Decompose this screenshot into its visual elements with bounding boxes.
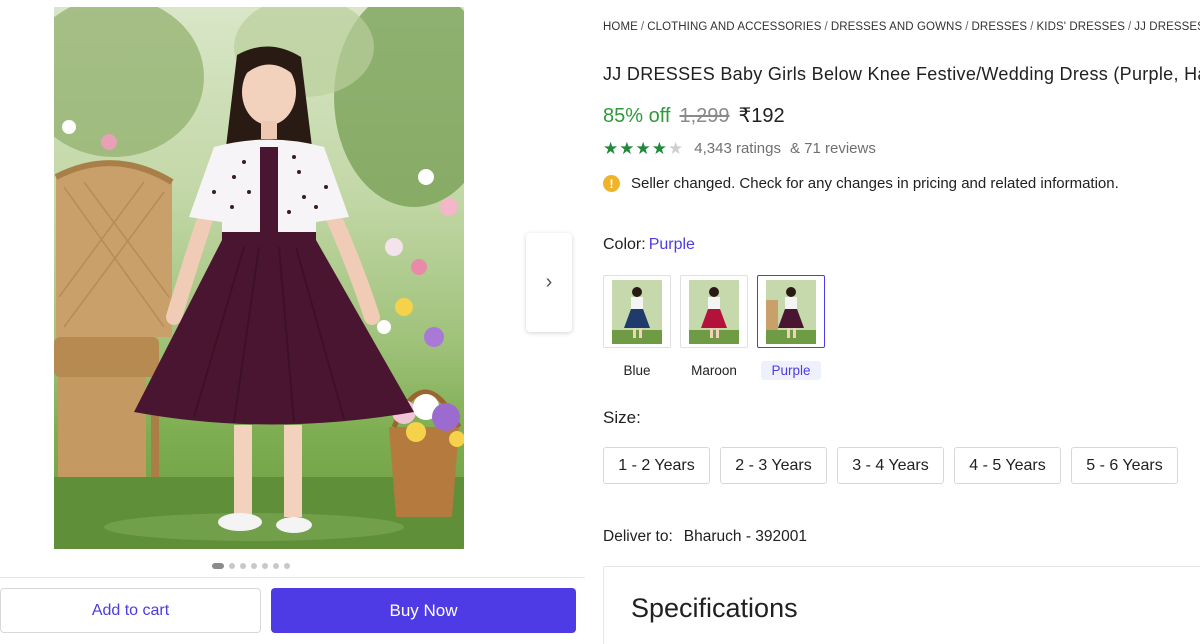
price-row: 85% off 1,299 ₹192: [603, 103, 785, 128]
color-swatch-blue[interactable]: Blue: [603, 275, 671, 380]
size-option[interactable]: 1 - 2 Years: [603, 447, 710, 484]
star-filled-icon: ★: [603, 139, 619, 158]
gallery-dot[interactable]: [212, 563, 224, 569]
swatch-label: Maroon: [691, 363, 737, 378]
size-heading: Size:: [603, 408, 641, 427]
size-option[interactable]: 5 - 6 Years: [1071, 447, 1178, 484]
swatch-image: [612, 279, 662, 344]
gallery-dot[interactable]: [240, 563, 246, 569]
breadcrumb-item[interactable]: DRESSES AND GOWNS: [831, 21, 962, 33]
star-filled-icon: ★: [619, 139, 635, 158]
color-swatch-maroon[interactable]: Maroon: [680, 275, 748, 380]
reviews-count[interactable]: & 71 reviews: [790, 140, 876, 157]
seller-notice: ! Seller changed. Check for any changes …: [603, 175, 1119, 192]
breadcrumb: HOME / CLOTHING AND ACCESSORIES / DRESSES AN…: [603, 21, 1200, 33]
rating-row: ★ ★ ★ ★ ★ 4,343 ratings & 71 reviews: [603, 140, 876, 157]
breadcrumb-item[interactable]: CLOTHING AND ACCESSORIES: [647, 21, 821, 33]
gallery-dot[interactable]: [251, 563, 257, 569]
selected-color: Purple: [648, 236, 695, 253]
size-option[interactable]: 2 - 3 Years: [720, 447, 827, 484]
star-rating: ★ ★ ★ ★ ★: [603, 140, 683, 157]
star-filled-icon: ★: [651, 139, 667, 158]
breadcrumb-item[interactable]: KIDS' DRESSES: [1037, 21, 1126, 33]
breadcrumb-item[interactable]: DRESSES: [972, 21, 1028, 33]
star-empty-icon: ★: [668, 139, 684, 158]
swatch-thumbnail[interactable]: [680, 275, 748, 348]
size-option[interactable]: 3 - 4 Years: [837, 447, 944, 484]
specifications-title: Specifications: [631, 593, 798, 623]
color-swatch-purple[interactable]: Purple: [757, 275, 825, 380]
color-heading: Color: Purple: [603, 236, 695, 254]
star-filled-icon: ★: [635, 139, 651, 158]
seller-notice-text: Seller changed. Check for any changes in…: [631, 175, 1119, 192]
breadcrumb-item[interactable]: HOME: [603, 21, 638, 33]
gallery-pagination: [212, 563, 290, 569]
breadcrumb-separator: /: [824, 21, 828, 33]
delivery-row: Deliver to: Bharuch - 392001: [603, 528, 807, 546]
swatch-thumbnail[interactable]: [603, 275, 671, 348]
deliver-label: Deliver to:: [603, 528, 673, 545]
size-options: 1 - 2 Years 2 - 3 Years 3 - 4 Years 4 - …: [603, 447, 1178, 484]
selling-price: ₹192: [738, 105, 785, 127]
size-option[interactable]: 4 - 5 Years: [954, 447, 1061, 484]
next-image-button[interactable]: ›: [526, 233, 572, 332]
breadcrumb-item[interactable]: JJ DRESSES KIDS: [1134, 21, 1200, 33]
specifications-card: Specifications: [603, 566, 1200, 644]
discount-percent: 85% off: [603, 105, 671, 127]
gallery-dot[interactable]: [284, 563, 290, 569]
purchase-action-bar: Add to cart Buy Now: [0, 577, 585, 644]
gallery-dot[interactable]: [273, 563, 279, 569]
product-main-image[interactable]: [54, 7, 464, 549]
color-label: Color:: [603, 236, 646, 253]
original-price: 1,299: [679, 105, 730, 127]
breadcrumb-separator: /: [640, 21, 645, 33]
product-photo: [54, 7, 464, 549]
color-swatches: Blue Maroon Purple: [603, 275, 825, 380]
gallery-dot[interactable]: [262, 563, 268, 569]
product-title: JJ DRESSES Baby Girls Below Knee Festive…: [603, 64, 1200, 84]
swatch-image: [689, 279, 739, 344]
breadcrumb-separator: /: [1128, 21, 1132, 33]
swatch-label: Purple: [761, 361, 821, 380]
swatch-thumbnail[interactable]: [757, 275, 825, 348]
buy-now-button[interactable]: Buy Now: [271, 588, 576, 633]
info-icon: !: [603, 175, 620, 192]
swatch-label: Blue: [623, 363, 651, 378]
delivery-location[interactable]: Bharuch - 392001: [684, 528, 807, 545]
chevron-right-icon: ›: [545, 271, 553, 293]
breadcrumb-separator: /: [965, 21, 969, 33]
gallery-dot[interactable]: [229, 563, 235, 569]
ratings-count[interactable]: 4,343 ratings: [694, 140, 781, 157]
breadcrumb-separator: /: [1030, 21, 1034, 33]
swatch-image: [766, 279, 816, 344]
product-info-panel: HOME / CLOTHING AND ACCESSORIES / DRESSES AN…: [603, 0, 1200, 644]
add-to-cart-button[interactable]: Add to cart: [0, 588, 261, 633]
